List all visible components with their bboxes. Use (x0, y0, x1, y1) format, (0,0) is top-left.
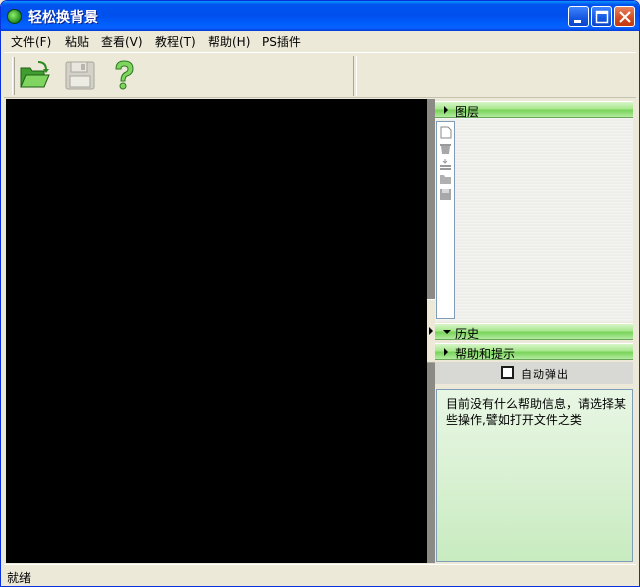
auto-popup-row: 自动弹出 (435, 362, 633, 384)
toolbar-grip[interactable] (12, 57, 15, 95)
title-bar[interactable]: 轻松换背景 (1, 1, 639, 31)
expand-arrow-icon (444, 106, 448, 114)
toolbar (4, 52, 636, 98)
delete-layer-icon[interactable] (439, 142, 452, 155)
close-icon (619, 11, 631, 23)
help-message: 目前没有什么帮助信息，请选择某些操作,譬如打开文件之类 (446, 397, 627, 427)
merge-layer-icon[interactable] (439, 158, 452, 171)
menu-view[interactable]: 查看(V) (101, 33, 143, 50)
maximize-icon (595, 10, 609, 24)
auto-popup-label: 自动弹出 (521, 368, 569, 381)
splitter-handle[interactable] (427, 299, 435, 363)
window-title: 轻松换背景 (28, 10, 98, 26)
menu-ps-plugin[interactable]: PS插件 (262, 33, 301, 50)
right-panel: 图层 历史 帮助和提示 自动弹出 目前没有什么帮助信息，请选择某些操作,譬如打开… (435, 99, 635, 563)
help-question-icon (115, 60, 134, 90)
help-message-box: 目前没有什么帮助信息，请选择某些操作,譬如打开文件之类 (436, 389, 633, 562)
open-folder-icon (20, 61, 50, 88)
menu-file[interactable]: 文件(F) (11, 33, 51, 50)
menu-paste[interactable]: 粘贴 (65, 33, 89, 50)
minimize-button[interactable] (568, 6, 589, 27)
open-button[interactable] (18, 58, 52, 92)
close-button[interactable] (614, 6, 635, 27)
auto-popup-checkbox[interactable] (501, 366, 514, 379)
menu-tutorial[interactable]: 教程(T) (155, 33, 196, 50)
menu-bar: 文件(F) 粘贴 查看(V) 教程(T) 帮助(H) PS插件 (4, 31, 636, 51)
save-button[interactable] (63, 58, 97, 92)
collapse-arrow-icon (443, 330, 451, 334)
save-disk-icon (65, 61, 95, 90)
status-text: 就绪 (7, 571, 32, 585)
panel-splitter[interactable] (427, 99, 435, 563)
menu-help[interactable]: 帮助(H) (208, 33, 250, 50)
app-window: 轻松换背景 文件(F) 粘贴 查看(V) 教程(T) 帮助(H) PS插件 图层… (0, 0, 640, 587)
toolbar-separator (353, 56, 357, 96)
minimize-icon (574, 20, 581, 23)
image-canvas[interactable] (6, 99, 427, 563)
help-button[interactable] (107, 58, 141, 92)
layer-tools (436, 121, 455, 319)
layers-panel (435, 118, 633, 322)
save-layer-icon[interactable] (439, 188, 452, 201)
new-layer-icon[interactable] (439, 126, 452, 139)
collapse-arrow-icon (429, 327, 433, 335)
help-title: 帮助和提示 (455, 347, 516, 361)
app-icon (7, 9, 22, 24)
help-header[interactable]: 帮助和提示 (435, 343, 633, 361)
maximize-button[interactable] (591, 6, 612, 27)
history-header[interactable]: 历史 (435, 323, 633, 341)
history-title: 历史 (455, 327, 480, 341)
layers-header[interactable]: 图层 (435, 101, 633, 119)
expand-arrow-icon (444, 348, 448, 356)
status-bar: 就绪 (4, 564, 636, 586)
open-layer-icon[interactable] (439, 172, 452, 185)
